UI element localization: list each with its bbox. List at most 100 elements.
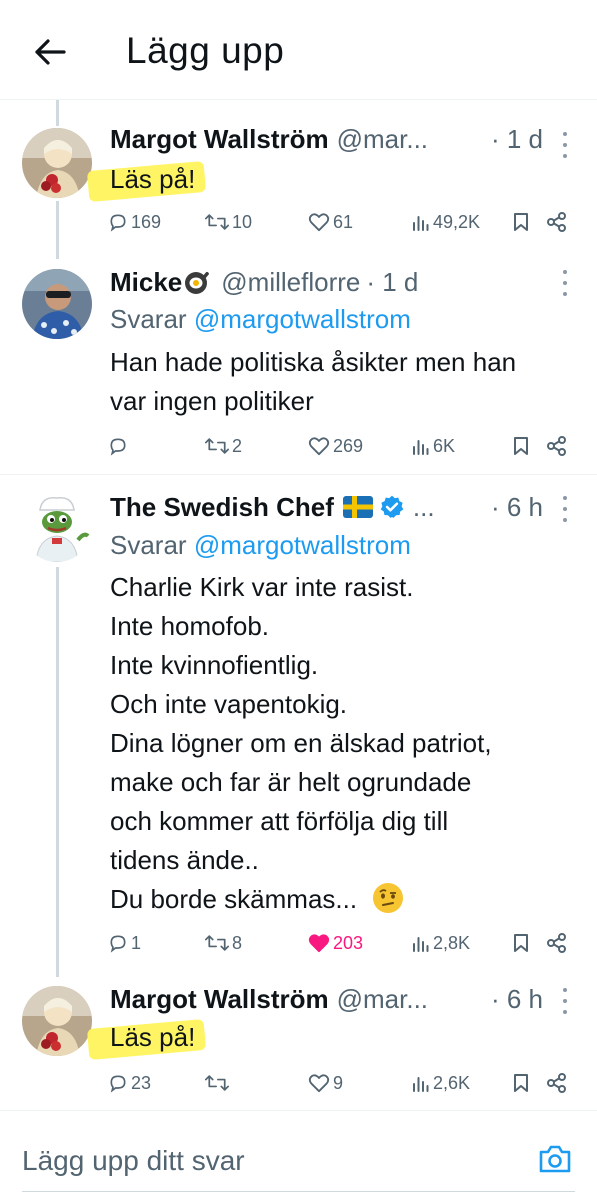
like-button[interactable]: 269 <box>308 431 363 461</box>
tweet-text-line: Inte kvinnofientlig. <box>110 650 319 680</box>
share-icon <box>547 436 566 456</box>
share-button[interactable] <box>546 928 568 958</box>
more-icon[interactable] <box>561 496 569 522</box>
views-count: 6K <box>433 435 456 456</box>
views-button[interactable]: 6K <box>412 431 455 461</box>
heart-icon <box>308 1074 330 1093</box>
tweet-actions: 2 269 6K <box>108 431 577 461</box>
tweet-time[interactable]: · 1 d <box>366 267 418 298</box>
views-button[interactable]: 2,6K <box>412 1068 470 1098</box>
retweet-count: 10 <box>232 211 253 232</box>
back-button[interactable] <box>30 32 70 72</box>
tweet-text-line-last: Du borde skämmas... <box>110 880 590 919</box>
more-icon[interactable] <box>561 132 569 158</box>
tweet-text-line: Du borde skämmas... <box>110 884 358 914</box>
reply-input[interactable] <box>22 1141 502 1181</box>
bookmark-button[interactable] <box>513 928 529 958</box>
reply-composer <box>0 1110 597 1200</box>
tweet[interactable]: Micke @milleflorre · 1 d Svarar @margotw… <box>0 243 597 475</box>
author-name[interactable]: Margot Wallström <box>110 124 329 155</box>
more-icon[interactable] <box>561 270 569 296</box>
retweet-count: 8 <box>232 932 243 953</box>
replying-to: Svarar @margotwallstrom <box>110 304 411 335</box>
bookmark-icon <box>514 1074 528 1092</box>
author-name[interactable]: The Swedish Chef <box>110 492 334 523</box>
tweet-text-line: Inte homofob. <box>110 611 269 641</box>
like-button[interactable]: 9 <box>308 1068 343 1098</box>
heart-icon <box>308 934 330 953</box>
like-count: 9 <box>333 1072 344 1093</box>
tweet-actions: 1 8 203 2,8K <box>108 928 577 958</box>
back-arrow-icon <box>35 39 66 65</box>
bookmark-button[interactable] <box>513 431 529 461</box>
tweet-text: Läs på! <box>110 1022 196 1052</box>
more-icon[interactable] <box>561 988 569 1014</box>
tweet[interactable]: The Swedish Chef ... · 6 h Svarar @margo… <box>0 476 597 966</box>
author-name[interactable]: Micke <box>110 267 182 298</box>
views-icon <box>413 1077 429 1092</box>
sweden-flag-icon <box>342 496 373 518</box>
tweet-text: Läs på! <box>110 164 196 194</box>
reply-icon <box>110 935 126 953</box>
mention-link[interactable]: @margotwallstrom <box>194 304 411 334</box>
heart-icon <box>308 213 330 232</box>
raised-eyebrow-emoji <box>373 883 404 913</box>
camera-icon <box>539 1145 571 1173</box>
tweet[interactable]: Margot Wallström @mar... · 6 h Läs på! 2… <box>0 966 597 1110</box>
reply-prefix: Svarar <box>110 530 187 560</box>
input-underline <box>22 1191 575 1192</box>
views-button[interactable]: 2,8K <box>412 928 470 958</box>
share-button[interactable] <box>546 431 568 461</box>
retweet-icon <box>205 1075 229 1091</box>
like-button[interactable]: 203 <box>308 928 363 958</box>
retweet-button[interactable]: 8 <box>205 928 242 958</box>
author-name[interactable]: Margot Wallström <box>110 984 329 1015</box>
share-icon <box>547 1073 566 1093</box>
retweet-button[interactable]: 10 <box>205 207 252 237</box>
highlighted-text: Läs på! <box>110 160 195 199</box>
tweet[interactable]: Margot Wallström @mar... · 1 d Läs på! 1… <box>0 100 597 243</box>
like-count: 203 <box>333 932 364 953</box>
tweet-text-line: Dina lögner om en älskad patriot, <box>110 728 492 758</box>
bookmark-button[interactable] <box>513 1068 529 1098</box>
like-button[interactable]: 61 <box>308 207 353 237</box>
tweet-time[interactable]: · 6 h <box>491 984 543 1015</box>
reply-button[interactable]: 1 <box>108 928 141 958</box>
bookmark-icon <box>514 213 528 231</box>
tweet-time[interactable]: · 1 d <box>491 124 543 155</box>
frying-pan-icon <box>185 271 210 294</box>
top-bar: Lägg upp <box>0 0 597 100</box>
views-icon <box>413 440 429 455</box>
views-count: 2,8K <box>433 932 471 953</box>
author-handle[interactable]: ... <box>413 492 435 523</box>
reply-count: 169 <box>131 211 162 232</box>
author-handle[interactable]: @milleflorre <box>221 267 360 298</box>
reply-button[interactable]: 23 <box>108 1068 151 1098</box>
retweet-icon <box>205 214 229 230</box>
tweet-text-line: var ingen politiker <box>110 386 314 416</box>
avatar[interactable] <box>22 128 92 198</box>
bookmark-button[interactable] <box>513 207 529 237</box>
retweet-button[interactable]: 2 <box>205 431 242 461</box>
author-handle[interactable]: @mar... <box>337 124 428 155</box>
tweet-time[interactable]: · 6 h <box>491 492 543 523</box>
views-icon <box>413 937 429 952</box>
reply-button[interactable]: 169 <box>108 207 161 237</box>
highlighted-text: Läs på! <box>110 1018 195 1057</box>
tweet-actions: 23 9 2,6K <box>108 1068 577 1098</box>
author-handle[interactable]: @mar... <box>337 984 428 1015</box>
share-button[interactable] <box>546 1068 568 1098</box>
camera-button[interactable] <box>535 1139 575 1179</box>
mention-link[interactable]: @margotwallstrom <box>194 530 411 560</box>
reply-prefix: Svarar <box>110 304 187 334</box>
avatar[interactable] <box>22 269 92 339</box>
avatar[interactable] <box>22 986 92 1056</box>
replying-to: Svarar @margotwallstrom <box>110 530 411 561</box>
retweet-count: 2 <box>232 435 243 456</box>
share-button[interactable] <box>546 207 568 237</box>
avatar[interactable] <box>22 492 92 562</box>
views-button[interactable]: 49,2K <box>412 207 480 237</box>
reply-button[interactable] <box>108 431 131 461</box>
tweet-text-line: och kommer att förfölja dig till <box>110 806 449 836</box>
retweet-button[interactable] <box>205 1068 232 1098</box>
